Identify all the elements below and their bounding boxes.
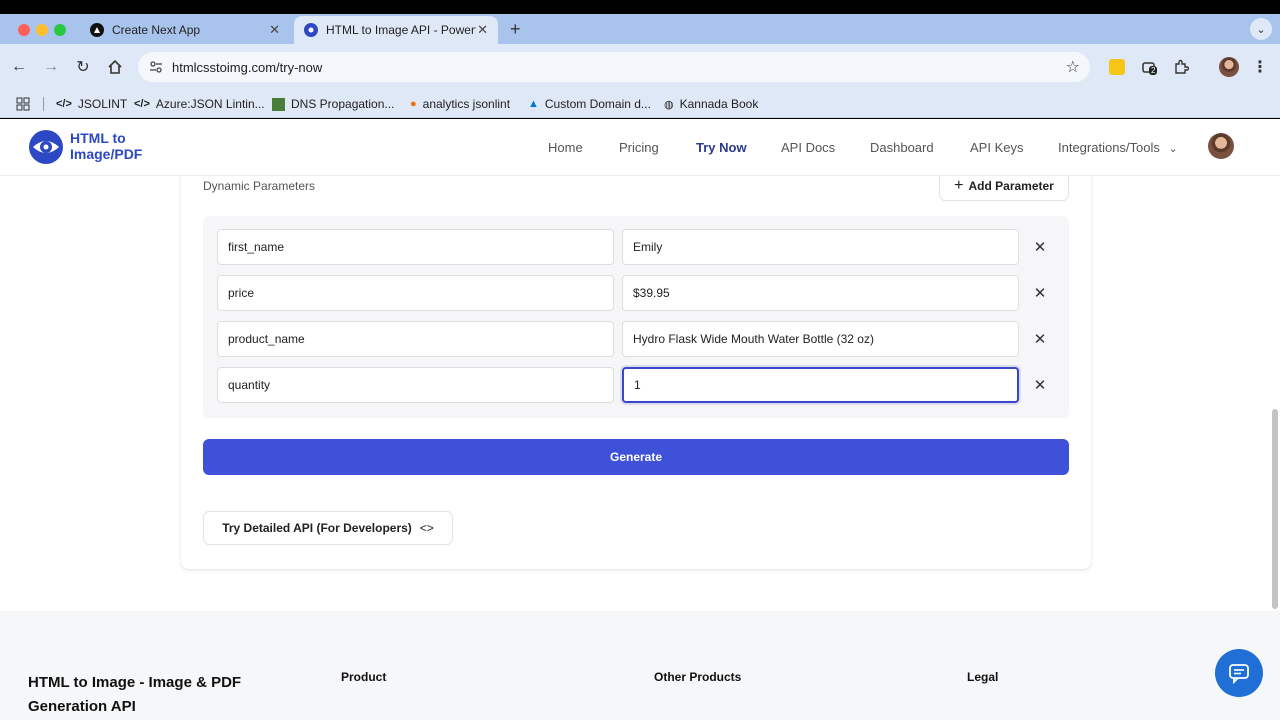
try-now-card: Dynamic Parameters +Add Parameter ✕ ✕ ✕: [181, 169, 1091, 569]
bookmark-dns[interactable]: DNS Propagation...: [272, 94, 394, 114]
nav-api-docs[interactable]: API Docs: [781, 140, 835, 155]
globe-icon: ◍: [664, 98, 674, 111]
generate-button[interactable]: Generate: [203, 439, 1069, 475]
site-settings-icon[interactable]: [148, 59, 164, 75]
parameter-value-input[interactable]: [622, 275, 1019, 311]
close-tab-icon[interactable]: ✕: [269, 22, 280, 38]
parameter-key-input[interactable]: [217, 367, 614, 403]
dns-icon: [272, 97, 285, 111]
bookmark-star-icon[interactable]: ☆: [1066, 57, 1080, 77]
bookmarks-bar: </> JSOLINT </> Azure:JSON Lintin... DNS P…: [0, 90, 1280, 118]
parameter-key-input[interactable]: [217, 275, 614, 311]
forward-arrow-icon[interactable]: →: [42, 58, 60, 76]
eye-logo-icon[interactable]: [28, 129, 64, 165]
apps-grid-icon[interactable]: [16, 94, 30, 114]
extension-badge: 2: [1149, 66, 1158, 75]
puzzle-extensions-icon[interactable]: [1172, 58, 1190, 76]
code-icon: </>: [56, 98, 72, 110]
try-detailed-api-button[interactable]: Try Detailed API (For Developers) <>: [203, 511, 453, 545]
bookmark-custom-domain[interactable]: ▲ Custom Domain d...: [528, 94, 651, 114]
parameter-row: ✕: [217, 229, 1057, 265]
bookmark-jsolint[interactable]: </> JSOLINT: [56, 94, 127, 114]
nav-api-keys[interactable]: API Keys: [970, 140, 1023, 155]
parameter-row: ✕: [217, 321, 1057, 357]
parameter-value-input[interactable]: [622, 321, 1019, 357]
code-icon: </>: [134, 98, 150, 110]
parameter-row: ✕: [217, 367, 1057, 403]
parameters-list: ✕ ✕ ✕ ✕: [203, 216, 1069, 418]
nav-dashboard[interactable]: Dashboard: [870, 140, 934, 155]
bookmark-azure-json[interactable]: </> Azure:JSON Lintin...: [134, 94, 265, 114]
extension-icon[interactable]: 2: [1141, 58, 1159, 76]
remove-parameter-icon[interactable]: ✕: [1031, 330, 1049, 348]
footer-brand-title: HTML to Image - Image & PDF Generation A…: [28, 674, 242, 715]
chat-bubble-icon: [1229, 664, 1249, 684]
code-brackets-icon: <>: [419, 521, 434, 535]
parameter-value-input-focused[interactable]: [622, 367, 1019, 403]
minimize-window-button[interactable]: [36, 24, 48, 36]
footer-column-other-products: Other Products: [654, 670, 742, 684]
browser-tab[interactable]: Create Next App ✕: [80, 16, 290, 44]
kebab-menu-icon[interactable]: ⋮: [1251, 58, 1269, 76]
page-scrollbar[interactable]: [1272, 409, 1278, 609]
parameter-value-input[interactable]: [622, 229, 1019, 265]
new-tab-button[interactable]: +: [510, 19, 521, 40]
site-header: HTML to Image/PDF Home Pricing Try Now A…: [0, 119, 1280, 176]
site-footer: HTML to Image - Image & PDF Generation A…: [0, 611, 1280, 720]
chat-support-button[interactable]: [1215, 649, 1263, 697]
browser-tab-active[interactable]: HTML to Image API - Powerfu ✕: [294, 16, 498, 44]
mac-menubar-strip: [0, 0, 1280, 14]
profile-avatar[interactable]: [1219, 57, 1239, 77]
azure-icon: ▲: [528, 98, 539, 110]
keep-extension-icon[interactable]: [1109, 59, 1125, 75]
user-avatar[interactable]: [1208, 133, 1234, 159]
parameter-row: ✕: [217, 275, 1057, 311]
analytics-icon: ●: [410, 98, 417, 110]
remove-parameter-icon[interactable]: ✕: [1031, 238, 1049, 256]
bookmarks-divider: [43, 97, 44, 111]
parameter-key-input[interactable]: [217, 321, 614, 357]
back-arrow-icon[interactable]: ←: [10, 58, 28, 76]
close-window-button[interactable]: [18, 24, 30, 36]
footer-column-legal: Legal: [967, 670, 999, 684]
plus-icon: +: [954, 177, 964, 194]
bookmark-kannada[interactable]: ◍ Kannada Book: [664, 94, 758, 114]
maximize-window-button[interactable]: [54, 24, 66, 36]
home-icon[interactable]: [106, 58, 124, 76]
browser-tab-strip: Create Next App ✕ HTML to Image API - Po…: [0, 14, 1280, 44]
site-logo-text[interactable]: HTML to Image/PDF: [70, 130, 142, 162]
chevron-down-icon: ⌄: [1168, 143, 1178, 155]
url-text: htmlcsstoimg.com/try-now: [172, 60, 323, 75]
nav-home[interactable]: Home: [548, 140, 583, 155]
bookmark-analytics[interactable]: ● analytics jsonlint: [410, 94, 510, 114]
dynamic-parameters-label: Dynamic Parameters: [203, 179, 316, 193]
nav-try-now[interactable]: Try Now: [696, 140, 747, 155]
tab-search-button[interactable]: ⌄: [1250, 18, 1272, 40]
parameter-key-input[interactable]: [217, 229, 614, 265]
reload-icon[interactable]: ↻: [74, 58, 92, 76]
nextjs-icon: [90, 23, 104, 37]
nav-integrations[interactable]: Integrations/Tools ⌄: [1058, 140, 1178, 155]
address-bar[interactable]: htmlcsstoimg.com/try-now ☆: [138, 52, 1090, 82]
footer-column-product: Product: [341, 670, 387, 684]
page-viewport: Dynamic Parameters +Add Parameter ✕ ✕ ✕: [0, 119, 1280, 720]
browser-toolbar: ← → ↻ htmlcsstoimg.com/try-now ☆ 2 ⋮: [0, 44, 1280, 90]
remove-parameter-icon[interactable]: ✕: [1031, 284, 1049, 302]
nav-pricing[interactable]: Pricing: [619, 140, 659, 155]
eye-logo-icon: [304, 23, 318, 37]
remove-parameter-icon[interactable]: ✕: [1031, 376, 1049, 394]
close-tab-icon[interactable]: ✕: [477, 22, 488, 38]
